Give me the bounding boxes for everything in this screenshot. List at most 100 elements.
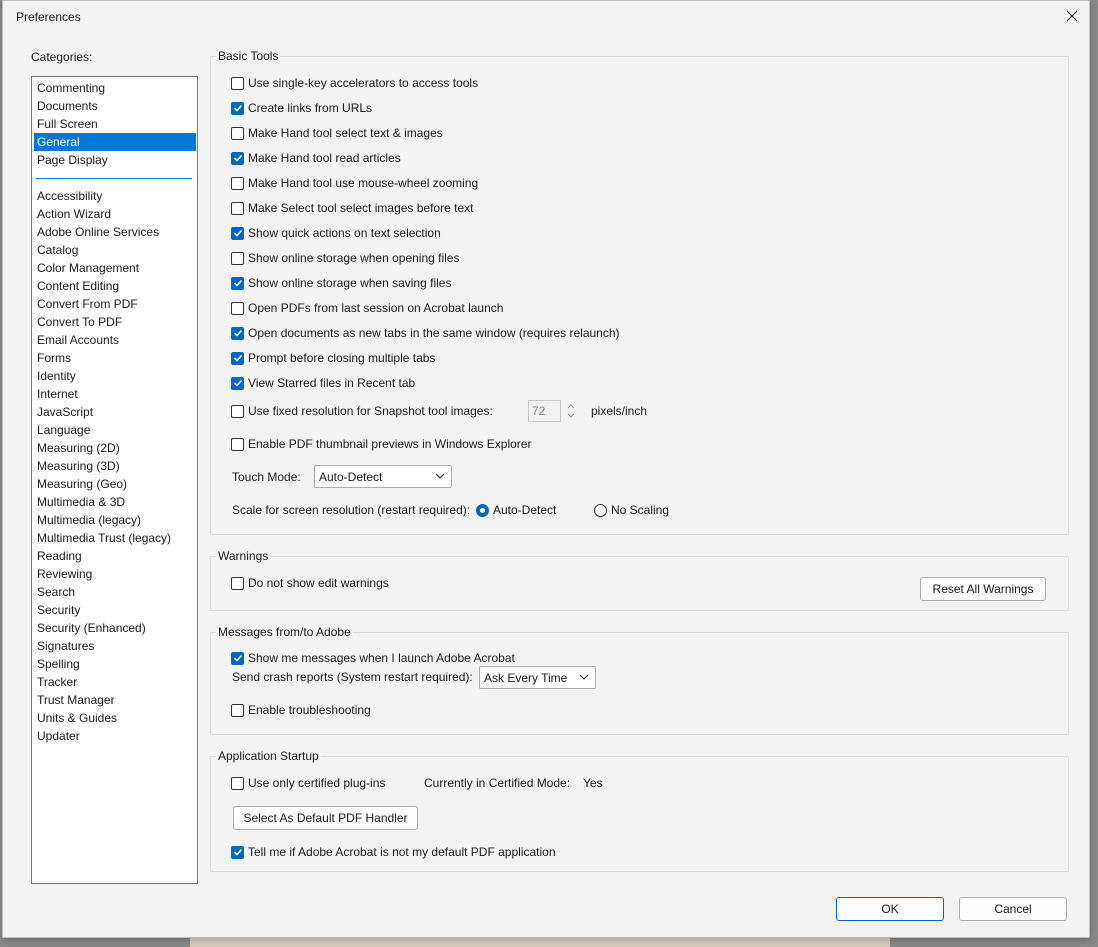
checkbox-unchecked-icon bbox=[231, 176, 244, 190]
reset-all-warnings-button[interactable]: Reset All Warnings bbox=[920, 577, 1046, 601]
categories-list[interactable]: Commenting Documents Full Screen General Pag… bbox=[31, 76, 198, 884]
snapshot-checkbox[interactable]: Use fixed resolution for Snapshot tool i… bbox=[231, 403, 493, 419]
cancel-button[interactable]: Cancel bbox=[959, 897, 1067, 921]
category-item[interactable]: Units & Guides bbox=[34, 709, 196, 727]
basic-tool-option-checkbox[interactable]: Make Hand tool select text & images bbox=[231, 125, 443, 141]
crash-reports-label: Send crash reports (System restart requi… bbox=[232, 670, 473, 684]
troubleshooting-checkbox[interactable]: Enable troubleshooting bbox=[231, 702, 371, 718]
checkbox-checked-icon bbox=[231, 376, 244, 390]
checkbox-unchecked-icon bbox=[231, 76, 244, 90]
startup-title: Application Startup bbox=[216, 749, 321, 763]
category-item[interactable]: Convert From PDF bbox=[34, 295, 196, 313]
category-item[interactable]: Full Screen bbox=[34, 115, 196, 133]
category-item[interactable]: Email Accounts bbox=[34, 331, 196, 349]
basic-tool-option-checkbox[interactable]: Prompt before closing multiple tabs bbox=[231, 350, 435, 366]
radio-selected-icon bbox=[476, 503, 489, 517]
basic-tool-option-label: Make Hand tool use mouse-wheel zooming bbox=[248, 176, 479, 190]
basic-tool-option-checkbox[interactable]: Use single-key accelerators to access to… bbox=[231, 75, 478, 91]
categories-separator bbox=[36, 178, 192, 179]
basic-tool-option-checkbox[interactable]: Show quick actions on text selection bbox=[231, 225, 441, 241]
category-item[interactable]: Signatures bbox=[34, 637, 196, 655]
show-messages-checkbox[interactable]: Show me messages when I launch Adobe Acr… bbox=[231, 650, 515, 666]
category-item[interactable]: Documents bbox=[34, 97, 196, 115]
categories-label: Categories: bbox=[31, 50, 93, 64]
certified-plugins-checkbox[interactable]: Use only certified plug-ins bbox=[231, 775, 385, 791]
thumbnail-label: Enable PDF thumbnail previews in Windows… bbox=[248, 437, 532, 451]
basic-tool-option-checkbox[interactable]: View Starred files in Recent tab bbox=[231, 375, 415, 391]
category-item[interactable]: General bbox=[34, 133, 196, 151]
ok-button[interactable]: OK bbox=[836, 897, 944, 921]
category-item[interactable]: Spelling bbox=[34, 655, 196, 673]
snapshot-resolution-spinner[interactable] bbox=[564, 400, 578, 422]
thumbnail-checkbox[interactable]: Enable PDF thumbnail previews in Windows… bbox=[231, 436, 531, 452]
checkbox-unchecked-icon bbox=[231, 251, 244, 265]
preferences-dialog: Preferences Categories: Commenting Docume… bbox=[2, 0, 1090, 938]
category-item[interactable]: Commenting bbox=[34, 79, 196, 97]
touch-mode-label: Touch Mode: bbox=[232, 470, 301, 484]
category-item[interactable]: Search bbox=[34, 583, 196, 601]
no-edit-warnings-checkbox[interactable]: Do not show edit warnings bbox=[231, 575, 389, 591]
basic-tool-option-label: Use single-key accelerators to access to… bbox=[248, 76, 479, 90]
category-item[interactable]: Trust Manager bbox=[34, 691, 196, 709]
category-item[interactable]: Adobe Online Services bbox=[34, 223, 196, 241]
category-item[interactable]: Action Wizard bbox=[34, 205, 196, 223]
category-item[interactable]: Updater bbox=[34, 727, 196, 745]
category-item[interactable]: Color Management bbox=[34, 259, 196, 277]
show-messages-checkbox-box bbox=[231, 651, 244, 665]
basic-tool-option-checkbox[interactable]: Show online storage when saving files bbox=[231, 275, 451, 291]
category-item[interactable]: Page Display bbox=[34, 151, 196, 169]
category-item[interactable]: Security bbox=[34, 601, 196, 619]
title-bar: Preferences bbox=[3, 1, 1089, 33]
basic-tool-option-checkbox[interactable]: Create links from URLs bbox=[231, 100, 372, 116]
category-item[interactable]: Measuring (2D) bbox=[34, 439, 196, 457]
category-item[interactable]: Measuring (3D) bbox=[34, 457, 196, 475]
default-pdf-handler-button[interactable]: Select As Default PDF Handler bbox=[233, 806, 418, 830]
category-item[interactable]: Language bbox=[34, 421, 196, 439]
scale-auto-detect-radio[interactable]: Auto-Detect bbox=[476, 502, 556, 518]
scale-no-scaling-radio[interactable]: No Scaling bbox=[594, 502, 669, 518]
basic-tool-option-label: Open PDFs from last session on Acrobat l… bbox=[248, 301, 504, 315]
category-item[interactable]: Multimedia & 3D bbox=[34, 493, 196, 511]
basic-tool-option-checkbox[interactable]: Make Hand tool read articles bbox=[231, 150, 401, 166]
basic-tool-option-checkbox[interactable]: Open documents as new tabs in the same w… bbox=[231, 325, 620, 341]
category-item[interactable]: Accessibility bbox=[34, 187, 196, 205]
basic-tool-option-checkbox[interactable]: Make Select tool select images before te… bbox=[231, 200, 473, 216]
basic-tool-option-checkbox[interactable]: Make Hand tool use mouse-wheel zooming bbox=[231, 175, 478, 191]
no-edit-warnings-checkbox-box bbox=[231, 576, 244, 590]
category-item[interactable]: Multimedia Trust (legacy) bbox=[34, 529, 196, 547]
crash-reports-value: Ask Every Time bbox=[484, 670, 568, 685]
scale-auto-detect-label: Auto-Detect bbox=[493, 503, 557, 517]
category-item[interactable]: Content Editing bbox=[34, 277, 196, 295]
basic-tool-option-checkbox[interactable]: Show online storage when opening files bbox=[231, 250, 459, 266]
snapshot-checkbox-box bbox=[231, 404, 244, 418]
category-item[interactable]: Tracker bbox=[34, 673, 196, 691]
radio-unselected-icon bbox=[594, 503, 607, 517]
certified-plugins-label: Use only certified plug-ins bbox=[248, 776, 386, 790]
category-item[interactable]: Internet bbox=[34, 385, 196, 403]
basic-tool-option-label: Show quick actions on text selection bbox=[248, 226, 441, 240]
checkbox-checked-icon bbox=[231, 326, 244, 340]
basic-tool-option-label: Make Select tool select images before te… bbox=[248, 201, 474, 215]
category-item[interactable]: Security (Enhanced) bbox=[34, 619, 196, 637]
category-item[interactable]: JavaScript bbox=[34, 403, 196, 421]
basic-tool-option-checkbox[interactable]: Open PDFs from last session on Acrobat l… bbox=[231, 300, 503, 316]
category-item[interactable]: Catalog bbox=[34, 241, 196, 259]
category-item[interactable]: Forms bbox=[34, 349, 196, 367]
crash-reports-select[interactable]: Ask Every Time bbox=[479, 666, 596, 689]
touch-mode-select[interactable]: Auto-Detect bbox=[314, 465, 452, 488]
category-item[interactable]: Multimedia (legacy) bbox=[34, 511, 196, 529]
checkbox-checked-icon bbox=[231, 351, 244, 365]
tell-me-default-checkbox-box bbox=[231, 845, 244, 859]
tell-me-default-label: Tell me if Adobe Acrobat is not my defau… bbox=[248, 845, 556, 859]
snapshot-resolution-input[interactable]: 72 bbox=[528, 400, 561, 422]
warnings-title: Warnings bbox=[216, 549, 271, 563]
category-item[interactable]: Identity bbox=[34, 367, 196, 385]
no-edit-warnings-label: Do not show edit warnings bbox=[248, 576, 389, 590]
tell-me-default-checkbox[interactable]: Tell me if Adobe Acrobat is not my defau… bbox=[231, 844, 556, 860]
category-item[interactable]: Reading bbox=[34, 547, 196, 565]
category-item[interactable]: Measuring (Geo) bbox=[34, 475, 196, 493]
basic-tool-option-label: Create links from URLs bbox=[248, 101, 373, 115]
category-item[interactable]: Convert To PDF bbox=[34, 313, 196, 331]
close-button[interactable] bbox=[1059, 3, 1085, 29]
category-item[interactable]: Reviewing bbox=[34, 565, 196, 583]
